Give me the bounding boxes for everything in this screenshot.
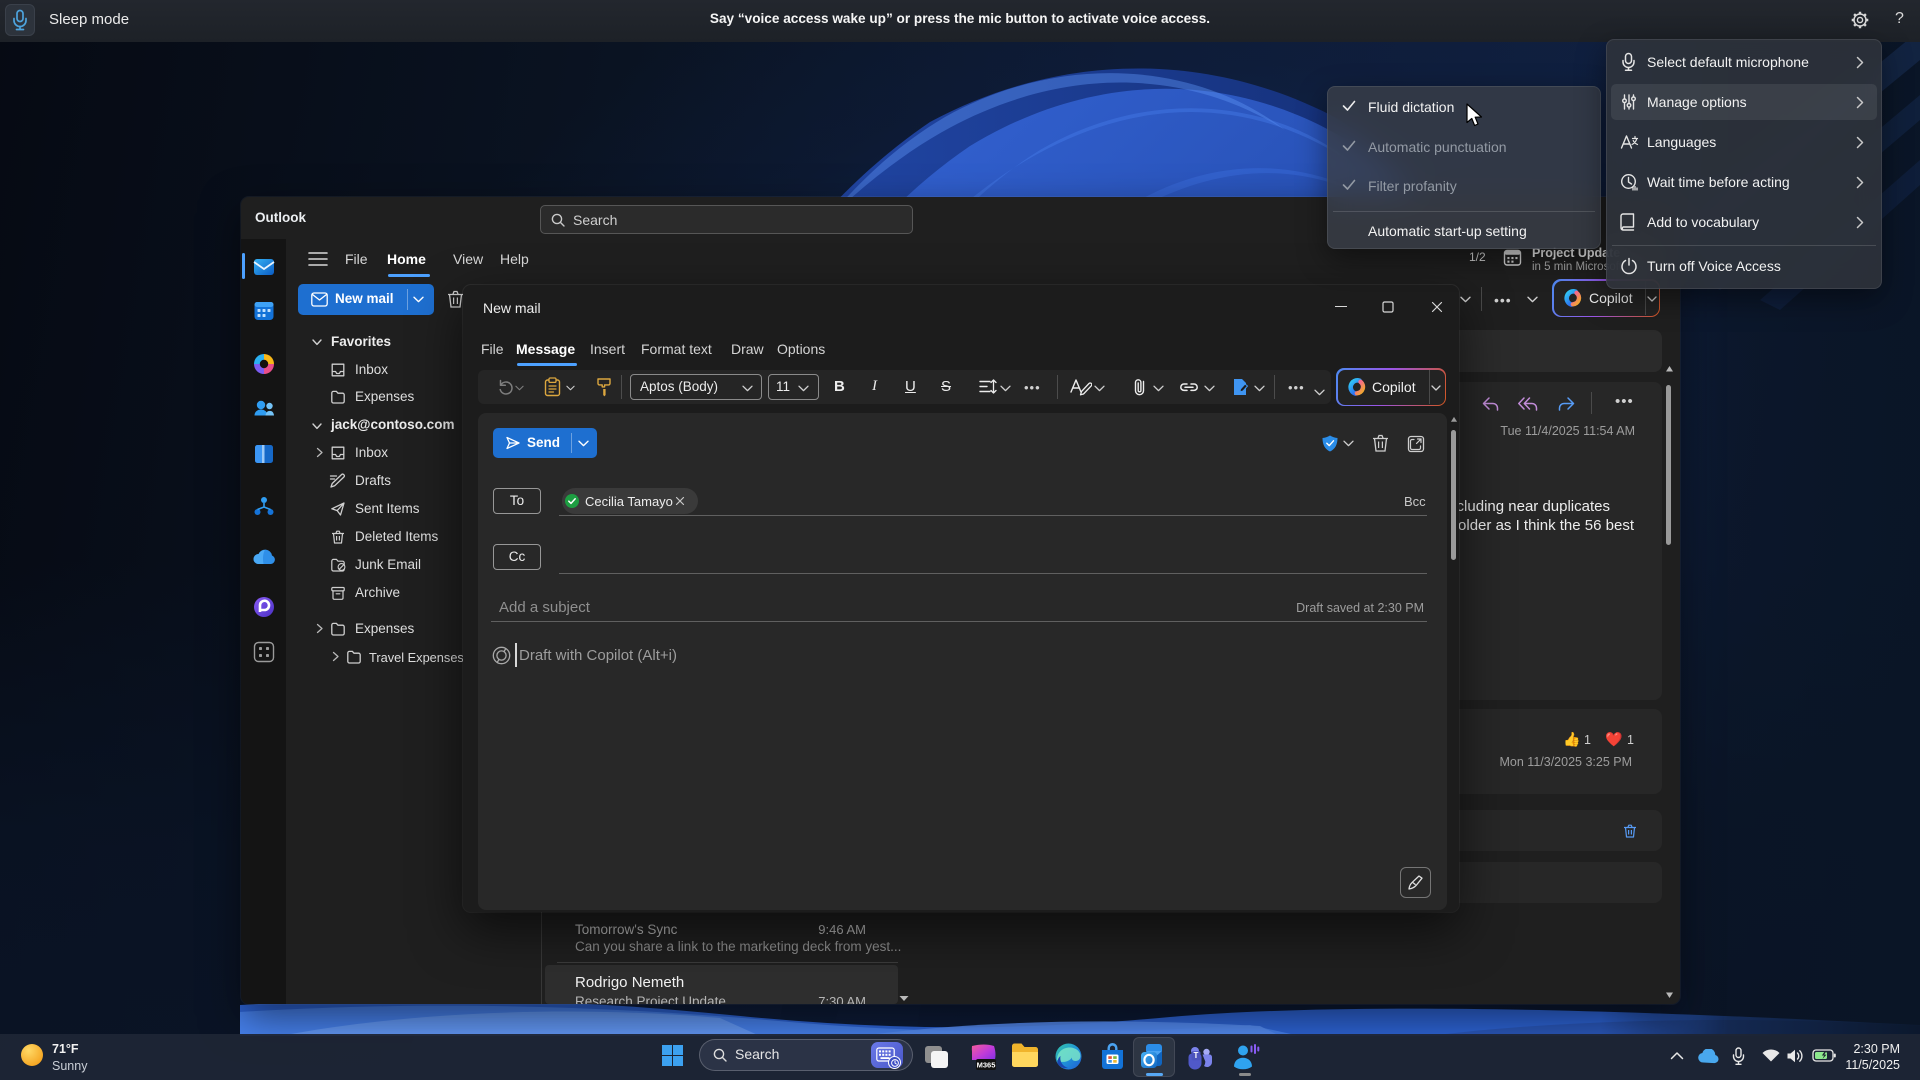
svg-text:M365: M365 (977, 1061, 996, 1070)
svg-text:T: T (1194, 1051, 1199, 1060)
